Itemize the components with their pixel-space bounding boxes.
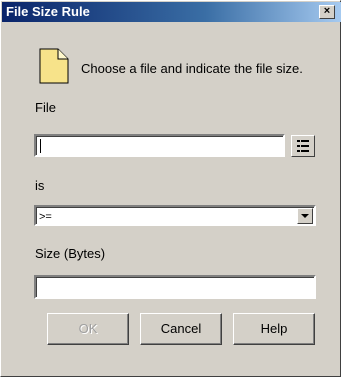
close-button[interactable]: × — [319, 5, 335, 19]
operator-label: is — [35, 178, 45, 193]
text-caret — [40, 139, 41, 153]
file-input[interactable] — [34, 134, 285, 157]
cancel-button[interactable]: Cancel — [140, 313, 222, 345]
file-label: File — [35, 100, 56, 115]
operator-select[interactable]: >= — [34, 205, 316, 226]
help-button[interactable]: Help — [233, 313, 315, 345]
close-icon: × — [323, 5, 331, 17]
size-input[interactable] — [34, 275, 316, 299]
operator-selected-value: >= — [39, 211, 52, 223]
title-bar[interactable]: File Size Rule × — [2, 2, 341, 22]
instruction-text: Choose a file and indicate the file size… — [81, 61, 303, 76]
size-label: Size (Bytes) — [35, 246, 106, 261]
file-size-rule-dialog: File Size Rule × Choose a file and indic… — [0, 0, 341, 377]
chevron-down-icon — [301, 214, 309, 218]
window-title: File Size Rule — [6, 4, 90, 19]
ok-button[interactable]: OK — [47, 313, 129, 345]
operator-dropdown-button[interactable] — [297, 208, 313, 224]
browse-list-icon — [297, 140, 309, 152]
browse-button[interactable] — [291, 135, 315, 157]
document-icon — [38, 48, 70, 84]
